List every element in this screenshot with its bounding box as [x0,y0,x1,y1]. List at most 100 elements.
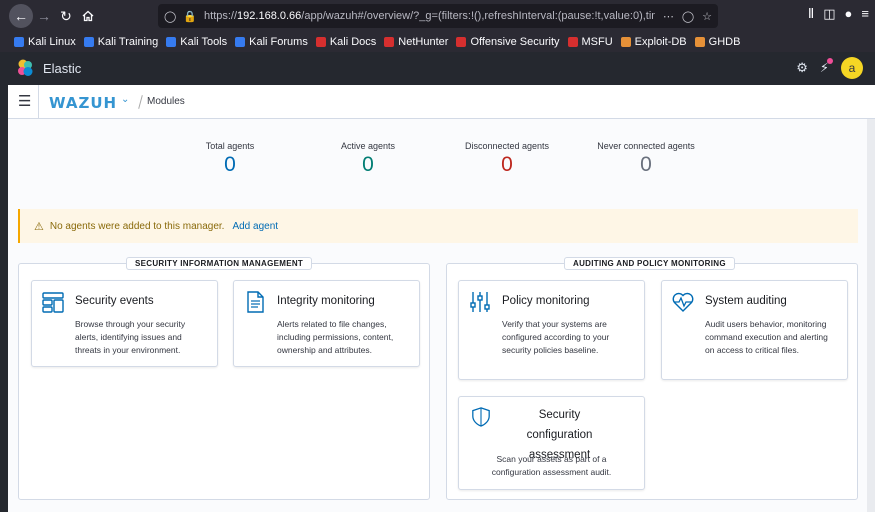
stat-total-agents[interactable]: Total agents 0 [190,141,270,177]
bookmark-favicon-icon [694,36,705,47]
sidebar-icon[interactable]: ◫ [823,6,835,22]
breadcrumb-separator [138,95,143,109]
card-title: System auditing [705,295,787,307]
card-security-configuration-assessment[interactable]: Security configuration assessment Scan y… [458,396,645,490]
warning-icon: ⚠ [34,220,44,233]
bookmark-item[interactable]: GHDB [694,35,741,48]
stat-label: Active agents [340,141,396,151]
divider [38,85,39,119]
card-policy-monitoring[interactable]: Policy monitoring Verify that your syste… [458,280,645,380]
bookmark-label: Kali Linux [28,35,76,48]
bookmark-favicon-icon [166,36,177,47]
scrollbar[interactable] [867,119,875,512]
url-bar[interactable]: ◯ 🔒 https://192.168.0.66/app/wazuh#/over… [158,4,718,28]
home-icon [82,10,94,22]
reload-icon: ↻ [60,7,72,24]
bookmark-label: Kali Docs [329,35,377,48]
menu-icon[interactable]: ≡ [861,6,869,22]
bookmark-item[interactable]: Offensive Security [456,35,560,48]
newsfeed-icon[interactable]: ⚡ [820,58,833,76]
panel-title: AUDITING AND POLICY MONITORING [564,257,735,270]
bookmark-item[interactable]: NetHunter [384,36,448,48]
notification-dot [827,58,833,64]
lock-warning-icon: 🔒 [183,10,198,23]
stat-value: 0 [640,153,652,176]
card-description: Alerts related to file changes, includin… [277,319,394,355]
stat-label: Never connected agents [597,141,695,151]
bookmark-label: Exploit-DB [634,35,687,48]
add-agent-link[interactable]: Add agent [232,221,278,232]
security-events-icon [42,292,64,313]
bookmark-item[interactable]: Kali Forums [235,36,308,48]
browser-right-tools: Ⅱ ◫ ● ≡ [808,6,869,22]
wazuh-logo[interactable]: WAZUH [49,94,117,112]
stat-label: Total agents [205,141,255,151]
shield-icon: ◯ [164,10,177,23]
card-description: Verify that your systems are configured … [502,319,610,355]
integrity-monitoring-icon [247,291,264,313]
bookmark-label: Kali Tools [180,35,228,48]
back-button[interactable]: ← [9,4,33,28]
kibana-header: Elastic ⚙ ⚡ a [8,52,875,85]
bookmark-label: GHDB [708,35,741,48]
stat-disconnected-agents[interactable]: Disconnected agents 0 [457,141,557,177]
no-agents-callout: ⚠ No agents were added to this manager. … [18,209,858,243]
bookmark-item[interactable]: Kali Docs [315,35,377,48]
bookmark-star-icon[interactable]: ☆ [702,10,712,23]
stat-value: 0 [224,153,236,176]
card-security-events[interactable]: Security events Browse through your secu… [31,280,218,367]
bookmark-favicon-icon [456,36,467,47]
forward-arrow-icon: → [37,8,51,24]
bookmark-item[interactable]: MSFU [567,35,613,48]
card-integrity-monitoring[interactable]: Integrity monitoring Alerts related to f… [233,280,420,367]
elastic-logo-icon[interactable] [16,59,34,77]
bookmark-label: MSFU [581,35,613,48]
bookmark-favicon-icon [235,36,246,47]
main-content: Total agents 0 Active agents 0 Disconnec… [8,119,867,512]
bookmark-favicon-icon [567,36,578,47]
hamburger-menu-icon[interactable]: ☰ [18,94,31,109]
bookmark-item[interactable]: Kali Training [83,35,159,48]
elastic-brand: Elastic [43,61,82,76]
stat-active-agents[interactable]: Active agents 0 [328,141,408,177]
bookmark-label: Kali Forums [249,35,308,48]
card-title: Security events [75,295,154,307]
card-description: Browse through your security alerts, ide… [75,319,186,355]
home-button[interactable] [77,5,99,27]
bookmark-item[interactable]: Kali Linux [14,36,76,48]
card-title: Integrity monitoring [277,295,375,307]
library-icon[interactable]: Ⅱ [808,6,814,22]
stat-value: 0 [362,153,374,176]
bookmark-favicon-icon [83,36,94,47]
page-actions-icon[interactable]: ⋯ [663,10,674,23]
policy-monitoring-icon [470,292,490,312]
chevron-down-icon[interactable]: ⌄ [121,94,129,105]
card-description: Audit users behavior, monitoring command… [705,319,828,355]
system-auditing-icon [672,292,694,312]
stat-label: Disconnected agents [464,141,550,151]
account-icon[interactable]: ● [845,6,853,22]
panel-title: SECURITY INFORMATION MANAGEMENT [126,257,313,270]
browser-toolbar: ← → ↻ ◯ 🔒 https://192.168.0.66/app/wazuh… [0,0,875,31]
panel-auditing-policy-monitoring: AUDITING AND POLICY MONITORING Policy mo… [446,257,858,500]
avatar[interactable]: a [841,57,863,79]
bookmarks-bar: Kali Linux Kali Training Kali Tools Kali Fo… [0,31,875,52]
callout-message: No agents were added to this manager. [49,220,225,232]
card-description: Scan your assets as part of a configurat… [491,454,612,477]
window-edge [0,52,8,512]
bookmark-favicon-icon [14,36,24,47]
pocket-icon[interactable]: ◯ [682,10,694,23]
bookmark-item[interactable]: Exploit-DB [620,35,687,48]
help-icon[interactable]: ⚙ [796,60,808,76]
bookmark-label: Offensive Security [470,35,560,48]
bookmark-item[interactable]: Kali Tools [166,36,227,48]
card-system-auditing[interactable]: System auditing Audit users behavior, mo… [661,280,848,380]
breadcrumb[interactable]: Modules [147,96,185,107]
bookmark-favicon-icon [384,36,395,47]
wazuh-subheader: ☰ WAZUH ⌄ Modules [8,85,875,119]
stat-never-connected-agents[interactable]: Never connected agents 0 [588,141,704,177]
forward-button[interactable]: → [33,5,55,27]
bookmark-label: Kali Training [97,35,159,48]
reload-button[interactable]: ↻ [55,5,77,27]
bookmark-label: NetHunter [398,35,449,48]
